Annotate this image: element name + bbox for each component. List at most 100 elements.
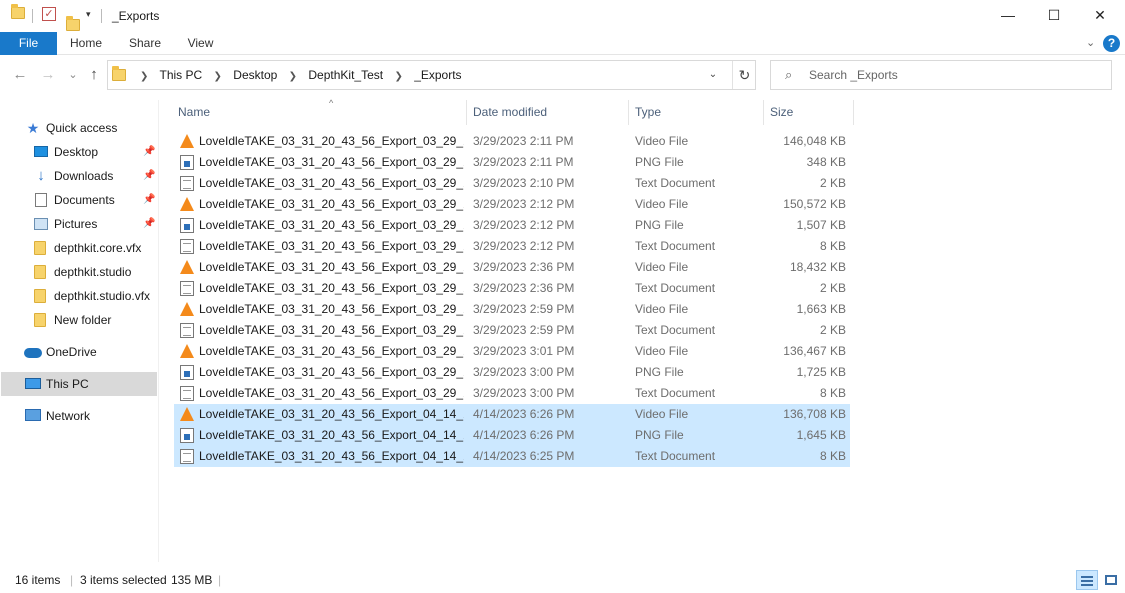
file-row[interactable]: LoveIdleTAKE_03_31_20_43_56_Export_04_14… — [174, 425, 850, 446]
file-type: PNG File — [635, 428, 684, 442]
search-box[interactable]: ⌕ — [770, 60, 1112, 90]
sidebar-item-quick-access[interactable]: ★ Quick access — [0, 116, 158, 140]
file-type: Video File — [635, 197, 689, 211]
address-dropdown-icon[interactable]: ⌄ — [704, 61, 722, 89]
file-row[interactable]: LoveIdleTAKE_03_31_20_43_56_Export_03_29… — [174, 383, 850, 404]
sidebar-item-pictures[interactable]: Pictures 📌 — [0, 212, 158, 236]
file-row[interactable]: LoveIdleTAKE_03_31_20_43_56_Export_04_14… — [174, 404, 850, 425]
breadcrumb: ❯ This PC ❯ Desktop ❯ DepthKit_Test ❯ _E… — [132, 61, 462, 89]
tab-home[interactable]: Home — [62, 32, 110, 55]
sidebar-item-this-pc[interactable]: This PC — [1, 372, 157, 396]
column-header-type[interactable]: Type — [629, 100, 764, 125]
text-file-icon — [180, 281, 194, 296]
sidebar-item-downloads[interactable]: ↓ Downloads 📌 — [0, 164, 158, 188]
column-header-name[interactable]: ^ Name — [174, 98, 467, 125]
pin-icon: 📌 — [143, 194, 156, 205]
column-header-label: Name — [178, 105, 211, 119]
file-row[interactable]: LoveIdleTAKE_03_31_20_43_56_Export_03_29… — [174, 278, 850, 299]
file-name: LoveIdleTAKE_03_31_20_43_56_Export_03_29… — [199, 239, 464, 253]
title-separator — [101, 9, 102, 23]
file-row[interactable]: LoveIdleTAKE_03_31_20_43_56_Export_03_29… — [174, 341, 850, 362]
status-separator: | — [218, 573, 222, 587]
pin-icon: 📌 — [143, 170, 156, 181]
new-folder-icon[interactable] — [66, 16, 80, 31]
sidebar-item-network[interactable]: Network — [0, 404, 158, 428]
tab-file[interactable]: File — [0, 32, 57, 55]
file-row[interactable]: LoveIdleTAKE_03_31_20_43_56_Export_03_29… — [174, 194, 850, 215]
png-file-icon — [180, 428, 194, 443]
file-date: 3/29/2023 2:36 PM — [473, 260, 575, 274]
file-row[interactable]: LoveIdleTAKE_03_31_20_43_56_Export_03_29… — [174, 362, 850, 383]
file-name: LoveIdleTAKE_03_31_20_43_56_Export_04_14… — [199, 449, 464, 463]
maximize-button[interactable]: ☐ — [1031, 0, 1077, 30]
chevron-down-icon[interactable]: ⌄ — [1086, 36, 1095, 49]
file-row[interactable]: LoveIdleTAKE_03_31_20_43_56_Export_03_29… — [174, 131, 850, 152]
chevron-right-icon[interactable]: ❯ — [214, 71, 222, 82]
file-size: 2 KB — [819, 281, 846, 295]
file-size: 8 KB — [819, 386, 846, 400]
forward-button[interactable]: → — [38, 65, 58, 85]
file-type: Video File — [635, 134, 689, 148]
folder-icon — [34, 265, 46, 279]
vlc-icon — [180, 344, 194, 358]
file-name: LoveIdleTAKE_03_31_20_43_56_Export_04_14… — [199, 428, 464, 442]
sidebar-item-new-folder[interactable]: New folder — [0, 308, 158, 332]
help-icon[interactable]: ? — [1103, 35, 1120, 52]
close-button[interactable]: ✕ — [1077, 0, 1123, 30]
sidebar-item-documents[interactable]: Documents 📌 — [0, 188, 158, 212]
file-row[interactable]: LoveIdleTAKE_03_31_20_43_56_Export_03_29… — [174, 299, 850, 320]
tab-view[interactable]: View — [178, 32, 223, 55]
file-row[interactable]: LoveIdleTAKE_03_31_20_43_56_Export_03_29… — [174, 236, 850, 257]
quick-access-separator — [32, 9, 33, 23]
details-view-icon — [1081, 576, 1093, 578]
status-bar: 16 items | 3 items selected 135 MB | — [0, 566, 1125, 593]
file-date: 3/29/2023 3:00 PM — [473, 386, 575, 400]
customize-toolbar-icon[interactable]: ▾ — [86, 9, 91, 20]
png-file-icon — [180, 155, 194, 170]
chevron-right-icon[interactable]: ❯ — [289, 71, 297, 82]
large-icons-view-button[interactable] — [1100, 570, 1122, 590]
sidebar-item-depthkit-core-vfx[interactable]: depthkit.core.vfx — [0, 236, 158, 260]
file-row[interactable]: LoveIdleTAKE_03_31_20_43_56_Export_03_29… — [174, 152, 850, 173]
sidebar-item-desktop[interactable]: Desktop 📌 — [0, 140, 158, 164]
sidebar-item-depthkit-studio[interactable]: depthkit.studio — [0, 260, 158, 284]
breadcrumb-desktop[interactable]: Desktop — [233, 68, 277, 82]
tab-share[interactable]: Share — [120, 32, 170, 55]
back-button[interactable]: ← — [10, 65, 30, 85]
sidebar-item-label: depthkit.studio — [54, 265, 132, 279]
file-row[interactable]: LoveIdleTAKE_03_31_20_43_56_Export_03_29… — [174, 215, 850, 236]
navigation-pane: ★ Quick access Desktop 📌 ↓ Downloads 📌 D… — [0, 100, 159, 562]
file-size: 8 KB — [819, 449, 846, 463]
file-size: 136,467 KB — [783, 344, 846, 358]
title-bar: ✓ ▾ _Exports — ☐ ✕ — [0, 0, 1125, 32]
sidebar-item-onedrive[interactable]: OneDrive — [0, 340, 158, 364]
file-type: PNG File — [635, 365, 684, 379]
search-input[interactable] — [809, 61, 1099, 89]
refresh-button[interactable]: ↻ — [732, 61, 756, 89]
breadcrumb-this-pc[interactable]: This PC — [160, 68, 203, 82]
file-date: 3/29/2023 2:11 PM — [473, 134, 574, 148]
recent-locations-button[interactable]: ⌄ — [63, 65, 83, 85]
file-row[interactable]: LoveIdleTAKE_03_31_20_43_56_Export_03_29… — [174, 320, 850, 341]
breadcrumb-exports[interactable]: _Exports — [414, 68, 461, 82]
minimize-button[interactable]: — — [985, 0, 1031, 30]
desktop-icon — [34, 146, 48, 157]
column-header-date[interactable]: Date modified — [467, 100, 629, 125]
file-row[interactable]: LoveIdleTAKE_03_31_20_43_56_Export_03_29… — [174, 173, 850, 194]
column-header-size[interactable]: Size — [764, 100, 854, 125]
file-name: LoveIdleTAKE_03_31_20_43_56_Export_03_29… — [199, 344, 464, 358]
file-row[interactable]: LoveIdleTAKE_03_31_20_43_56_Export_04_14… — [174, 446, 850, 467]
star-icon: ★ — [26, 120, 40, 136]
window-title: _Exports — [112, 9, 160, 23]
up-button[interactable]: ↑ — [84, 65, 104, 85]
file-size: 2 KB — [819, 323, 846, 337]
file-row[interactable]: LoveIdleTAKE_03_31_20_43_56_Export_03_29… — [174, 257, 850, 278]
file-size: 1,663 KB — [796, 302, 846, 316]
details-view-button[interactable] — [1076, 570, 1098, 590]
breadcrumb-depthkit-test[interactable]: DepthKit_Test — [308, 68, 383, 82]
chevron-right-icon[interactable]: ❯ — [394, 71, 402, 82]
sidebar-item-label: New folder — [54, 313, 112, 327]
properties-icon[interactable]: ✓ — [42, 7, 56, 21]
address-bar[interactable]: ❯ This PC ❯ Desktop ❯ DepthKit_Test ❯ _E… — [107, 60, 756, 90]
sidebar-item-depthkit-studio-vfx[interactable]: depthkit.studio.vfx — [0, 284, 158, 308]
